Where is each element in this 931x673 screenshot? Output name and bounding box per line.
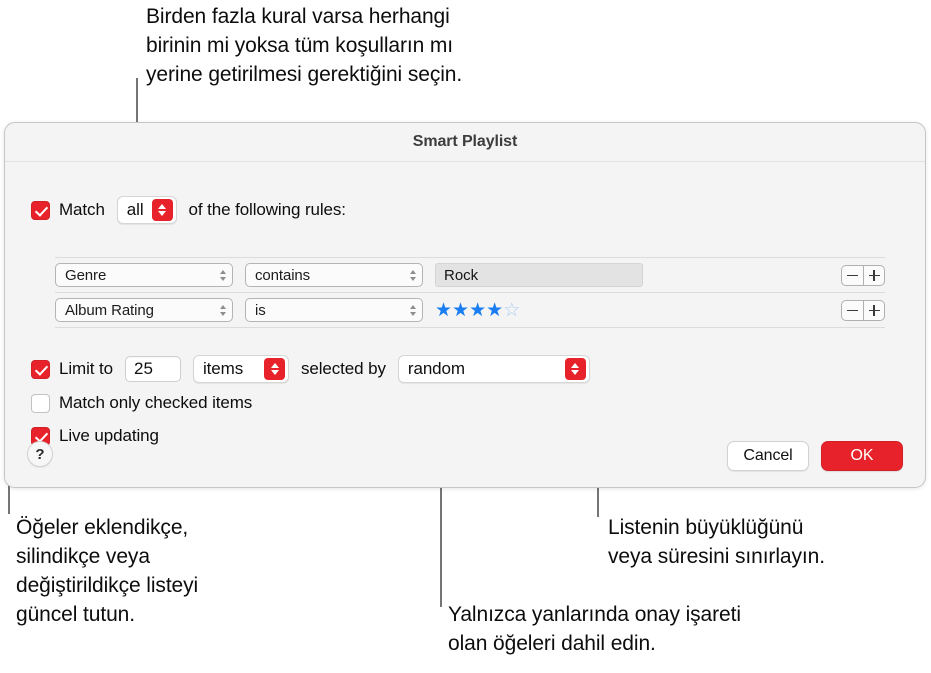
help-button[interactable]: ? bbox=[27, 441, 53, 467]
remove-rule-button-0[interactable] bbox=[841, 264, 863, 286]
rules-table: Genre contains Rock Album Rating is ★ ★ … bbox=[55, 257, 885, 328]
match-label: Match bbox=[59, 200, 105, 219]
chevron-updown-icon bbox=[264, 358, 285, 380]
rule-value-input-0[interactable]: Rock bbox=[435, 263, 643, 287]
limit-unit-popup[interactable]: items bbox=[193, 355, 289, 383]
rule-operator-select-1[interactable]: is bbox=[245, 298, 423, 322]
match-row: Match all of the following rules: bbox=[31, 196, 346, 224]
limit-amount-input[interactable]: 25 bbox=[125, 356, 181, 382]
chevron-updown-icon bbox=[151, 199, 173, 221]
rule-field-select-1[interactable]: Album Rating bbox=[55, 298, 233, 322]
cancel-button[interactable]: Cancel bbox=[727, 441, 809, 471]
dialog-body: Match all of the following rules: Genre bbox=[5, 162, 925, 489]
limit-checkbox[interactable] bbox=[31, 359, 50, 379]
rule-buttons-1 bbox=[841, 299, 885, 321]
match-only-checked-checkbox[interactable] bbox=[31, 393, 50, 413]
callout-top-text: Birden fazla kural varsa herhangi birini… bbox=[146, 5, 463, 86]
add-rule-button-0[interactable] bbox=[863, 264, 885, 286]
chevron-updown-icon bbox=[410, 269, 416, 281]
remove-rule-button-1[interactable] bbox=[841, 299, 863, 321]
live-updating-row: Live updating bbox=[31, 426, 159, 446]
rule-value-container-1: ★ ★ ★ ★ ☆ bbox=[435, 301, 841, 320]
table-row: Album Rating is ★ ★ ★ ★ ☆ bbox=[55, 292, 885, 328]
rule-operator-value-1: is bbox=[255, 301, 266, 319]
chevron-updown-icon bbox=[220, 304, 226, 316]
chevron-updown-icon bbox=[564, 358, 586, 380]
dialog-title: Smart Playlist bbox=[412, 133, 518, 150]
callout-bottom-center-text: Yalnızca yanlarında onay işareti olan öğ… bbox=[448, 603, 741, 655]
add-rule-button-1[interactable] bbox=[863, 299, 885, 321]
selected-by-popup[interactable]: random bbox=[397, 355, 590, 383]
selected-by-label: selected by bbox=[301, 359, 386, 378]
rule-value-container-0: Rock bbox=[435, 263, 841, 287]
match-checkbox[interactable] bbox=[31, 200, 50, 220]
callout-bottom-right-text: Listenin büyüklüğünü veya süresini sınır… bbox=[608, 516, 825, 568]
limit-label: Limit to bbox=[59, 359, 113, 378]
live-updating-label: Live updating bbox=[59, 426, 159, 445]
callout-bottom-left-text: Öğeler eklendikçe, silindikçe veya değiş… bbox=[16, 516, 199, 626]
dialog-titlebar: Smart Playlist bbox=[5, 123, 925, 162]
star-filled-icon[interactable]: ★ bbox=[452, 301, 469, 320]
dialog-button-row: Cancel OK bbox=[727, 441, 903, 471]
rule-field-select-0[interactable]: Genre bbox=[55, 263, 233, 287]
match-only-checked-row: Match only checked items bbox=[31, 393, 252, 413]
rule-operator-value-0: contains bbox=[255, 266, 311, 284]
smart-playlist-dialog: Smart Playlist Match all of the followin… bbox=[4, 122, 926, 488]
match-only-checked-label: Match only checked items bbox=[59, 393, 253, 412]
rule-value-star-rating-1[interactable]: ★ ★ ★ ★ ☆ bbox=[435, 301, 520, 320]
chevron-updown-icon bbox=[220, 269, 226, 281]
match-suffix-label: of the following rules: bbox=[188, 200, 347, 219]
star-empty-icon[interactable]: ☆ bbox=[503, 301, 520, 320]
star-filled-icon[interactable]: ★ bbox=[486, 301, 503, 320]
rule-field-value-1: Album Rating bbox=[65, 301, 154, 319]
star-filled-icon[interactable]: ★ bbox=[469, 301, 486, 320]
limit-row: Limit to 25 items selected by random bbox=[31, 355, 590, 383]
match-scope-popup[interactable]: all bbox=[116, 196, 177, 224]
rule-field-value-0: Genre bbox=[65, 266, 107, 284]
ok-button[interactable]: OK bbox=[821, 441, 903, 471]
rule-operator-select-0[interactable]: contains bbox=[245, 263, 423, 287]
selected-by-value: random bbox=[407, 359, 465, 378]
chevron-updown-icon bbox=[410, 304, 416, 316]
table-row: Genre contains Rock bbox=[55, 257, 885, 292]
match-scope-value: all bbox=[126, 200, 144, 219]
rule-buttons-0 bbox=[841, 264, 885, 286]
limit-unit-value: items bbox=[203, 359, 244, 378]
star-filled-icon[interactable]: ★ bbox=[435, 301, 452, 320]
